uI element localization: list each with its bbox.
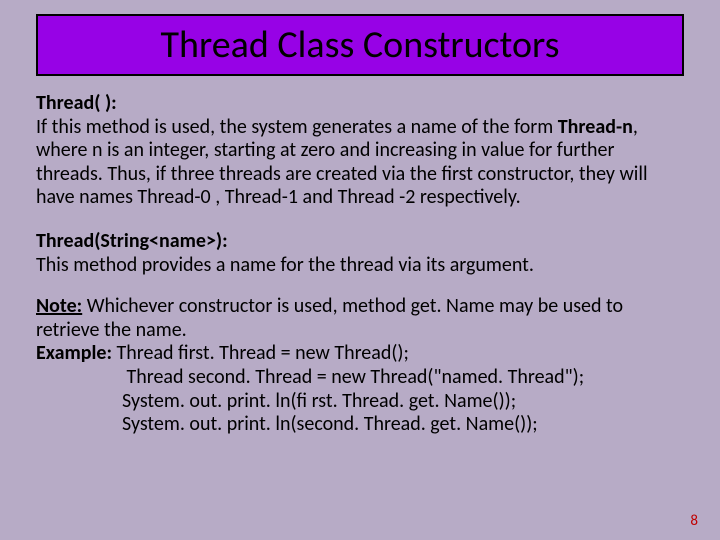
- constructor-string-block: Thread(String<name>): This method provid…: [36, 230, 684, 277]
- page-number: 8: [690, 512, 698, 530]
- title-bar: Thread Class Constructors: [36, 14, 684, 76]
- constructor-noarg-block: Thread( ): If this method is used, the s…: [36, 92, 684, 210]
- example-label: Example:: [36, 341, 112, 365]
- constructor-string-heading: Thread(String<name>):: [36, 229, 228, 253]
- body-content: Thread( ): If this method is used, the s…: [36, 92, 684, 437]
- thread-n-bold: Thread-n: [558, 115, 633, 139]
- note-text: Whichever constructor is used, method ge…: [36, 294, 623, 342]
- constructor-string-text: This method provides a name for the thre…: [36, 253, 534, 277]
- example-code-4: System. out. print. ln(second. Thread. g…: [122, 413, 684, 437]
- slide-title: Thread Class Constructors: [161, 22, 560, 68]
- slide: Thread Class Constructors Thread( ): If …: [0, 0, 720, 540]
- note-label: Note:: [36, 294, 82, 318]
- constructor-noarg-heading: Thread( ):: [36, 91, 117, 115]
- example-code-3: System. out. print. ln(fi rst. Thread. g…: [122, 390, 684, 414]
- constructor-noarg-text-1: If this method is used, the system gener…: [36, 115, 558, 139]
- example-code-1: Thread first. Thread = new Thread();: [112, 341, 409, 365]
- example-code-2: Thread second. Thread = new Thread("name…: [122, 366, 684, 390]
- example-code-lines: Thread second. Thread = new Thread("name…: [122, 366, 684, 437]
- note-example-block: Note: Whichever constructor is used, met…: [36, 295, 684, 437]
